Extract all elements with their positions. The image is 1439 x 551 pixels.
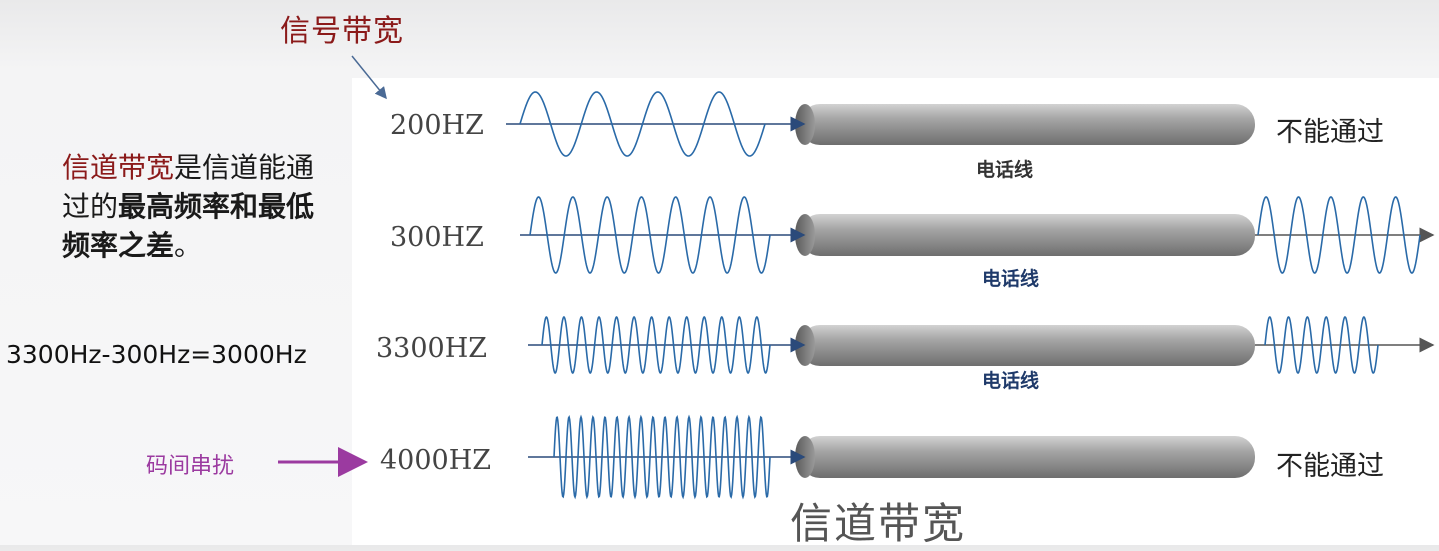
cable-row1: [795, 104, 1255, 145]
cable-row4: [795, 436, 1255, 478]
cable-row3: [795, 325, 1255, 366]
title-pointer-arrow: [351, 55, 387, 100]
cable-row2: [795, 214, 1255, 256]
diagram-graphics: [278, 55, 1435, 500]
